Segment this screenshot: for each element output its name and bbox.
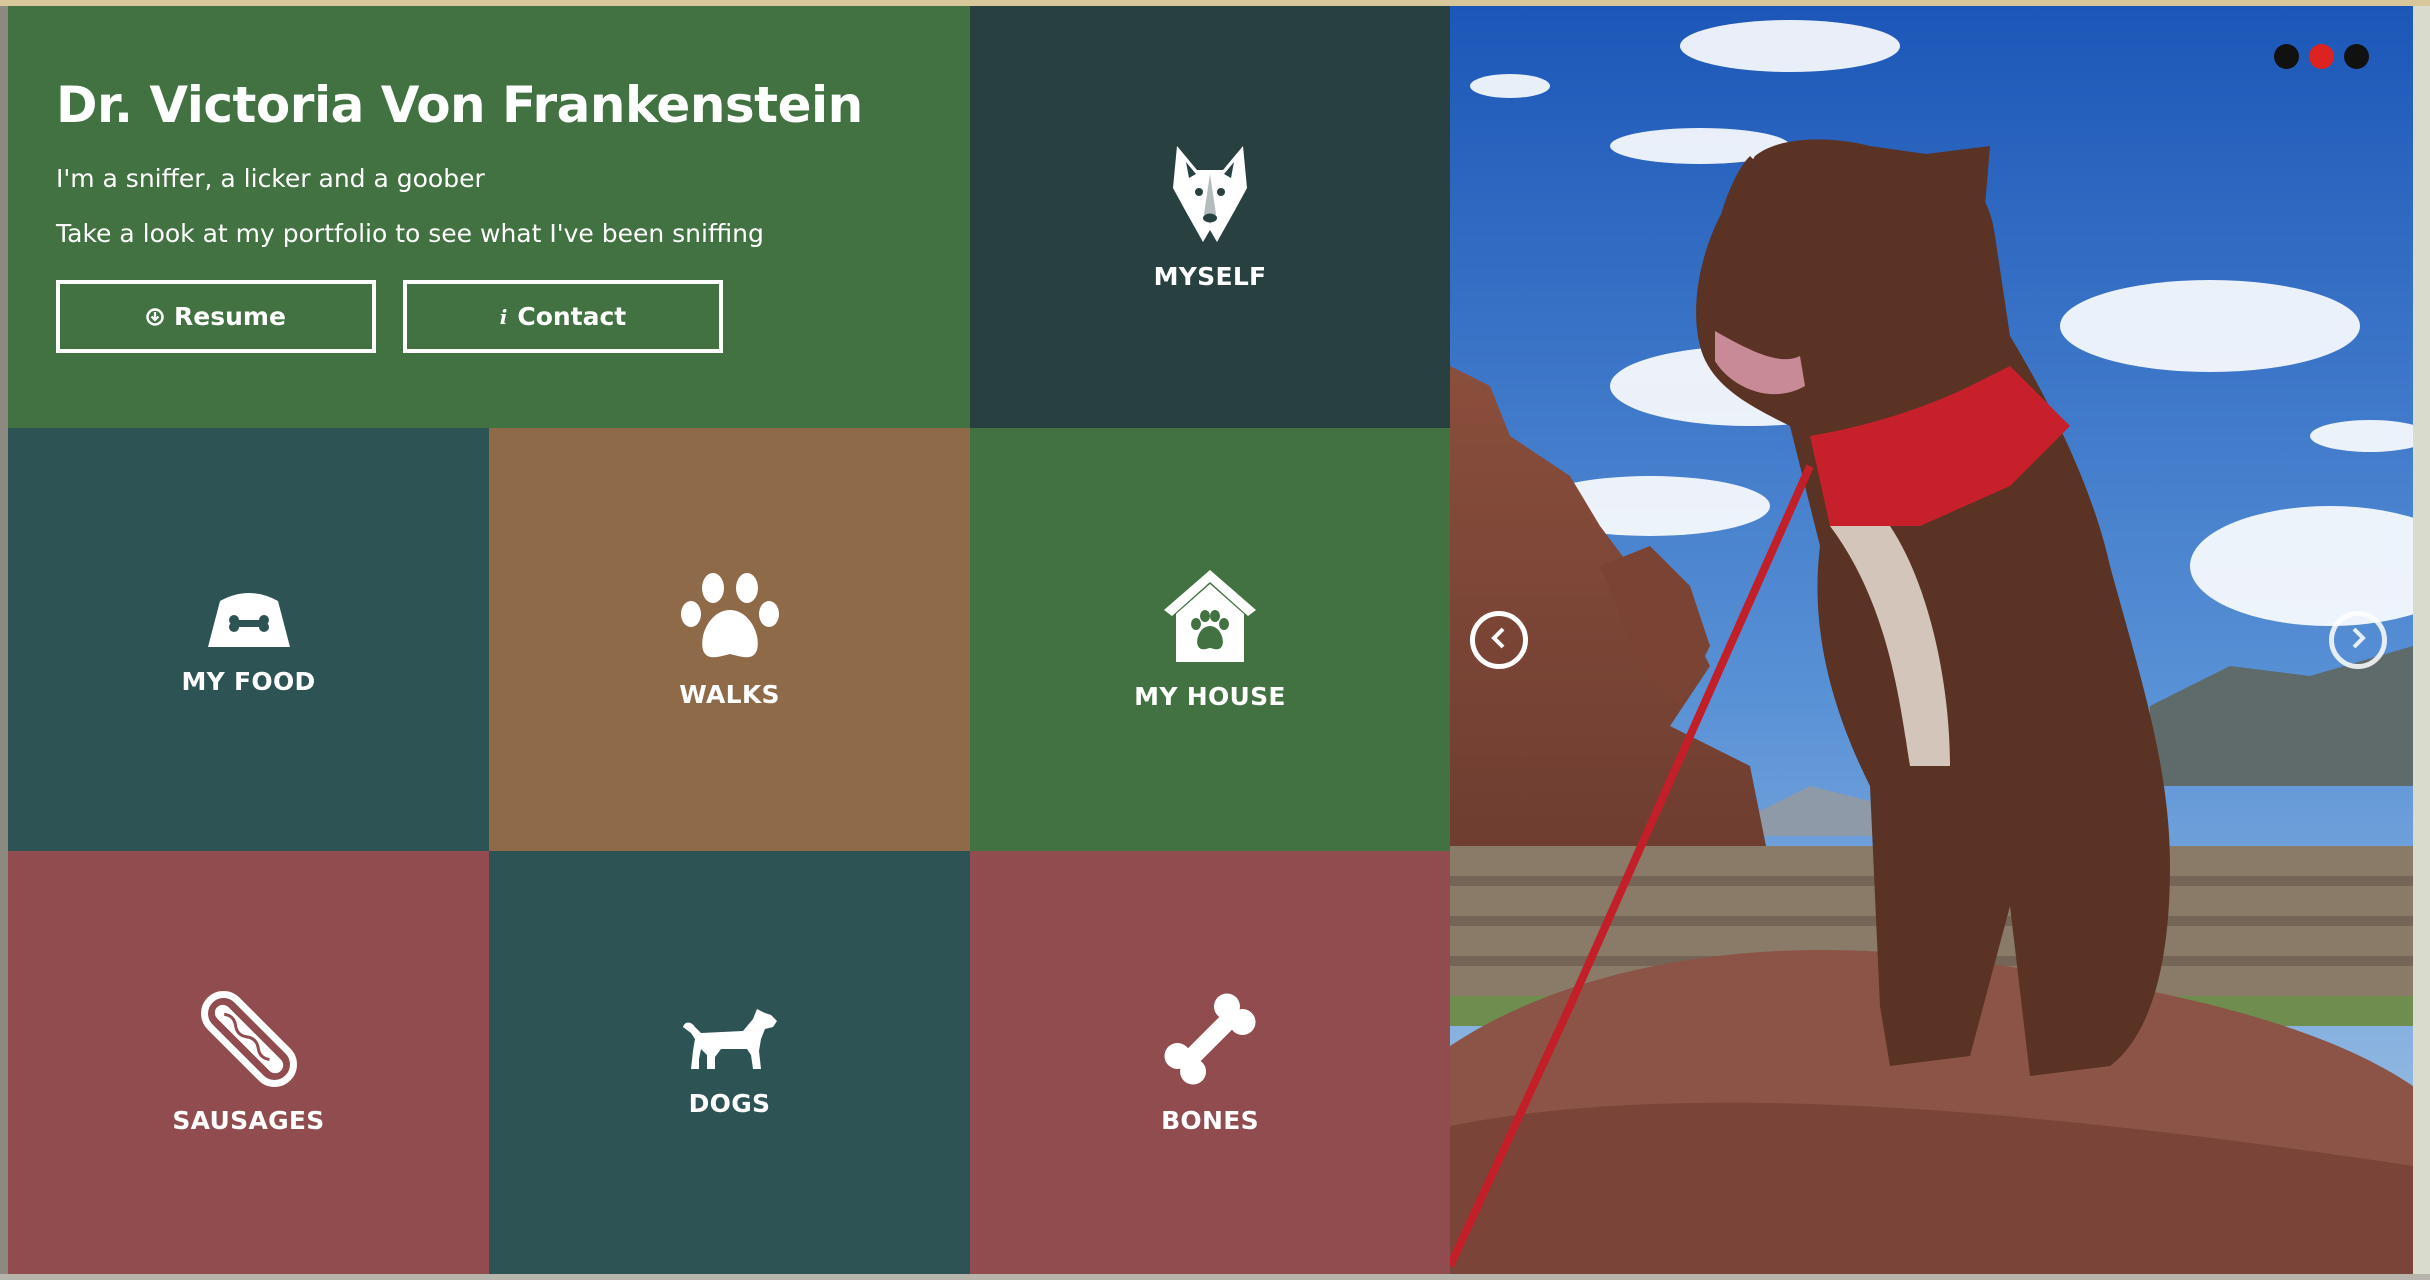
subline: Take a look at my portfolio to see what … [56,219,764,248]
tile-walks[interactable]: WALKS [489,428,970,851]
contact-button[interactable]: i Contact [403,280,723,353]
dog-bowl-icon [200,583,298,649]
resume-button[interactable]: Resume [56,280,376,353]
dog-house-icon [1162,568,1258,664]
dog-silhouette-icon [681,1007,779,1071]
bone-icon [1161,990,1259,1088]
tile-myself[interactable]: MYSELF [970,6,1450,428]
window-left-edge [0,6,8,1274]
wolf-dog-head-icon [1171,144,1249,244]
tile-label-dogs: DOGS [688,1089,771,1118]
intro-buttons: Resume i Contact [56,280,922,353]
tile-label-my-house: MY HOUSE [1134,682,1286,711]
chevron-right-icon [2345,623,2371,657]
tile-label-bones: BONES [1161,1106,1259,1135]
paw-print-icon [680,570,779,662]
info-icon: i [499,304,508,329]
profile-name: Dr. Victoria Von Frankenstein [56,76,863,134]
chevron-left-icon [1486,623,1512,657]
tile-dogs[interactable]: DOGS [489,851,970,1274]
tile-label-sausages: SAUSAGES [172,1106,325,1135]
tile-bones[interactable]: BONES [970,851,1450,1274]
tile-my-house[interactable]: MY HOUSE [970,428,1450,851]
intro-panel: Dr. Victoria Von Frankenstein I'm a snif… [8,6,970,428]
tagline: I'm a sniffer, a licker and a goober [56,164,485,193]
carousel-dot-3[interactable] [2344,44,2369,69]
hot-dog-icon [200,990,298,1088]
carousel-next-button[interactable] [2329,611,2387,669]
tile-sausages[interactable]: SAUSAGES [8,851,489,1274]
dog-photo [1450,6,2413,1274]
carousel-indicators [2274,44,2369,69]
resume-label: Resume [174,302,286,331]
photo-carousel[interactable] [1450,6,2413,1274]
tile-label-myself: MYSELF [1153,261,1267,291]
tile-label-walks: WALKS [679,680,780,709]
carousel-dot-2[interactable] [2309,44,2334,69]
window-right-edge [2413,6,2430,1274]
resume-icon [146,307,164,326]
tile-label-my-food: MY FOOD [181,667,316,696]
contact-label: Contact [517,302,627,331]
window-bottom-edge [0,1274,2430,1280]
carousel-dot-1[interactable] [2274,44,2299,69]
carousel-prev-button[interactable] [1470,611,1528,669]
tile-my-food[interactable]: MY FOOD [8,428,489,851]
